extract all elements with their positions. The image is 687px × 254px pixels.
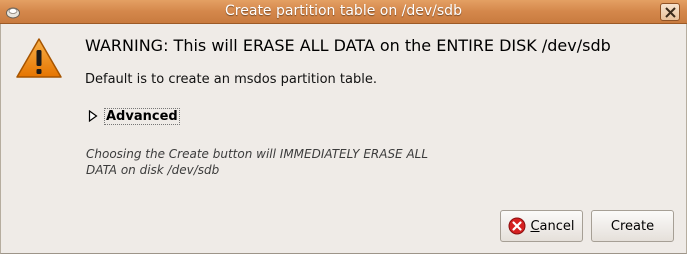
cancel-button[interactable]: Cancel (500, 210, 583, 242)
cancel-label: Cancel (530, 218, 575, 234)
create-button[interactable]: Create (591, 210, 674, 242)
advanced-label: Advanced (104, 108, 180, 125)
erase-note: Choosing the Create button will IMMEDIAT… (86, 146, 506, 178)
default-note: Default is to create an msdos partition … (85, 72, 377, 87)
erase-note-line-1: Choosing the Create button will IMMEDIAT… (86, 147, 429, 161)
create-label: Create (610, 218, 655, 234)
dialog-body (0, 24, 687, 254)
cancel-icon (508, 217, 526, 235)
expander-arrow-icon (88, 110, 98, 122)
window-title: Create partition table on /dev/sdb (225, 3, 462, 19)
title-bar[interactable]: Create partition table on /dev/sdb (0, 0, 687, 24)
close-icon (665, 7, 676, 18)
warning-icon (16, 38, 62, 78)
warning-heading: WARNING: This will ERASE ALL DATA on the… (85, 36, 611, 55)
close-button[interactable] (660, 3, 680, 21)
erase-note-line-2: DATA on disk /dev/sdb (86, 163, 220, 177)
